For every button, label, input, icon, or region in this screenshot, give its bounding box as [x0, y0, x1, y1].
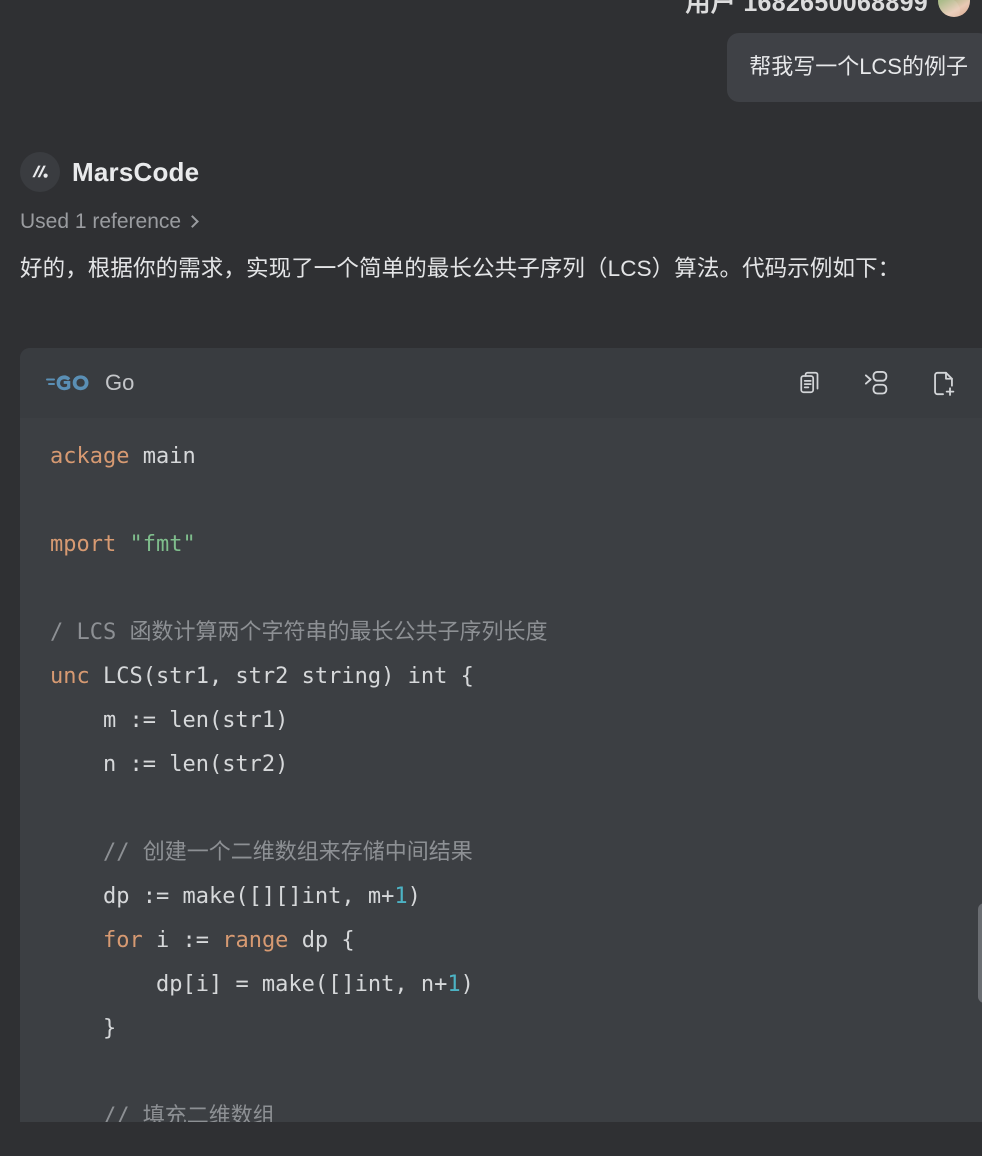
code-line: } — [20, 1007, 982, 1051]
insert-diff-icon[interactable] — [860, 366, 894, 400]
assistant-message-turn: MarsCode Used 1 reference 好的，根据你的需求，实现了一… — [0, 152, 982, 287]
code-block: Go ackage main mport "fmt" / LCS 函数计算两个字… — [20, 348, 982, 1122]
code-line: for i := range dp { — [20, 919, 982, 963]
code-token: 1 — [447, 972, 461, 997]
code-token: dp := make([][]int, m+ — [102, 884, 395, 909]
code-token: "fmt" — [129, 532, 196, 557]
code-token: } — [102, 1016, 117, 1041]
panel-bottom-strip — [0, 1122, 982, 1156]
code-token: for — [102, 928, 156, 953]
assistant-body: 好的，根据你的需求，实现了一个简单的最长公共子序列（LCS）算法。代码示例如下： — [0, 250, 982, 287]
new-file-icon[interactable] — [926, 366, 960, 400]
assistant-header: MarsCode — [0, 152, 982, 192]
copy-icon[interactable] — [794, 366, 828, 400]
code-token: i := — [155, 928, 223, 953]
code-token: mport — [50, 532, 130, 557]
used-reference-toggle[interactable]: Used 1 reference — [0, 210, 199, 234]
chevron-right-icon — [186, 215, 199, 228]
code-token: / LCS 函数计算两个字符串的最长公共子序列长度 — [50, 620, 548, 645]
code-line: // 创建一个二维数组来存储中间结果 — [20, 831, 982, 875]
code-line: ackage main — [20, 435, 982, 479]
user-message-text: 帮我写一个LCS的例子 — [749, 54, 968, 79]
code-line: unc LCS(str1, str2 string) int { — [20, 655, 982, 699]
code-token: // 创建一个二维数组来存储中间结果 — [102, 840, 473, 865]
code-content: ackage main mport "fmt" / LCS 函数计算两个字符串的… — [20, 419, 982, 1122]
chat-panel: 用户 1682650068899 帮我写一个LCS的例子 MarsCode Us… — [0, 0, 982, 1156]
code-token: ) — [460, 972, 474, 997]
code-line: mport "fmt" — [20, 523, 982, 567]
code-line: // 填充二维数组 — [20, 1095, 982, 1122]
code-token: ackage — [50, 444, 143, 469]
code-line: n := len(str2) — [20, 743, 982, 787]
code-token: n := len(str2) — [102, 752, 289, 777]
code-token: 1 — [394, 884, 408, 909]
code-token: // 填充二维数组 — [102, 1104, 275, 1122]
code-scroll-area[interactable]: ackage main mport "fmt" / LCS 函数计算两个字符串的… — [20, 419, 982, 1122]
code-token: dp { — [301, 928, 355, 953]
assistant-display-name: MarsCode — [72, 156, 200, 187]
code-block-header: Go — [20, 348, 982, 419]
code-token: dp[i] = make([]int, n+ — [155, 972, 448, 997]
code-line: dp[i] = make([]int, n+1) — [20, 963, 982, 1007]
used-reference-label: Used 1 reference — [20, 210, 182, 233]
user-display-name: 用户 1682650068899 — [685, 0, 928, 17]
code-token: unc — [50, 664, 103, 689]
code-token: main — [142, 444, 196, 469]
code-language-group: Go — [46, 370, 134, 396]
user-message-turn: 用户 1682650068899 帮我写一个LCS的例子 — [0, 0, 982, 102]
user-message-bubble[interactable]: 帮我写一个LCS的例子 — [727, 33, 982, 102]
code-vertical-scrollbar[interactable] — [976, 419, 982, 1122]
code-line: / LCS 函数计算两个字符串的最长公共子序列长度 — [20, 611, 982, 655]
code-language-label: Go — [105, 370, 135, 395]
code-scrollbar-thumb[interactable] — [978, 903, 982, 1003]
code-token: m := len(str1) — [102, 708, 289, 733]
user-bubble-row: 帮我写一个LCS的例子 — [0, 33, 982, 102]
code-line: m := len(str1) — [20, 699, 982, 743]
code-token: ) — [407, 884, 421, 909]
code-token: range — [222, 928, 302, 953]
go-gopher-icon — [46, 371, 92, 395]
user-avatar[interactable] — [938, 0, 970, 17]
marscode-logo-icon — [20, 152, 60, 192]
code-block-actions — [794, 366, 970, 400]
assistant-paragraph: 好的，根据你的需求，实现了一个简单的最长公共子序列（LCS）算法。代码示例如下： — [20, 256, 901, 281]
code-line: dp := make([][]int, m+1) — [20, 875, 982, 919]
user-header: 用户 1682650068899 — [0, 0, 982, 17]
code-token: LCS(str1, str2 string) int { — [102, 664, 474, 689]
